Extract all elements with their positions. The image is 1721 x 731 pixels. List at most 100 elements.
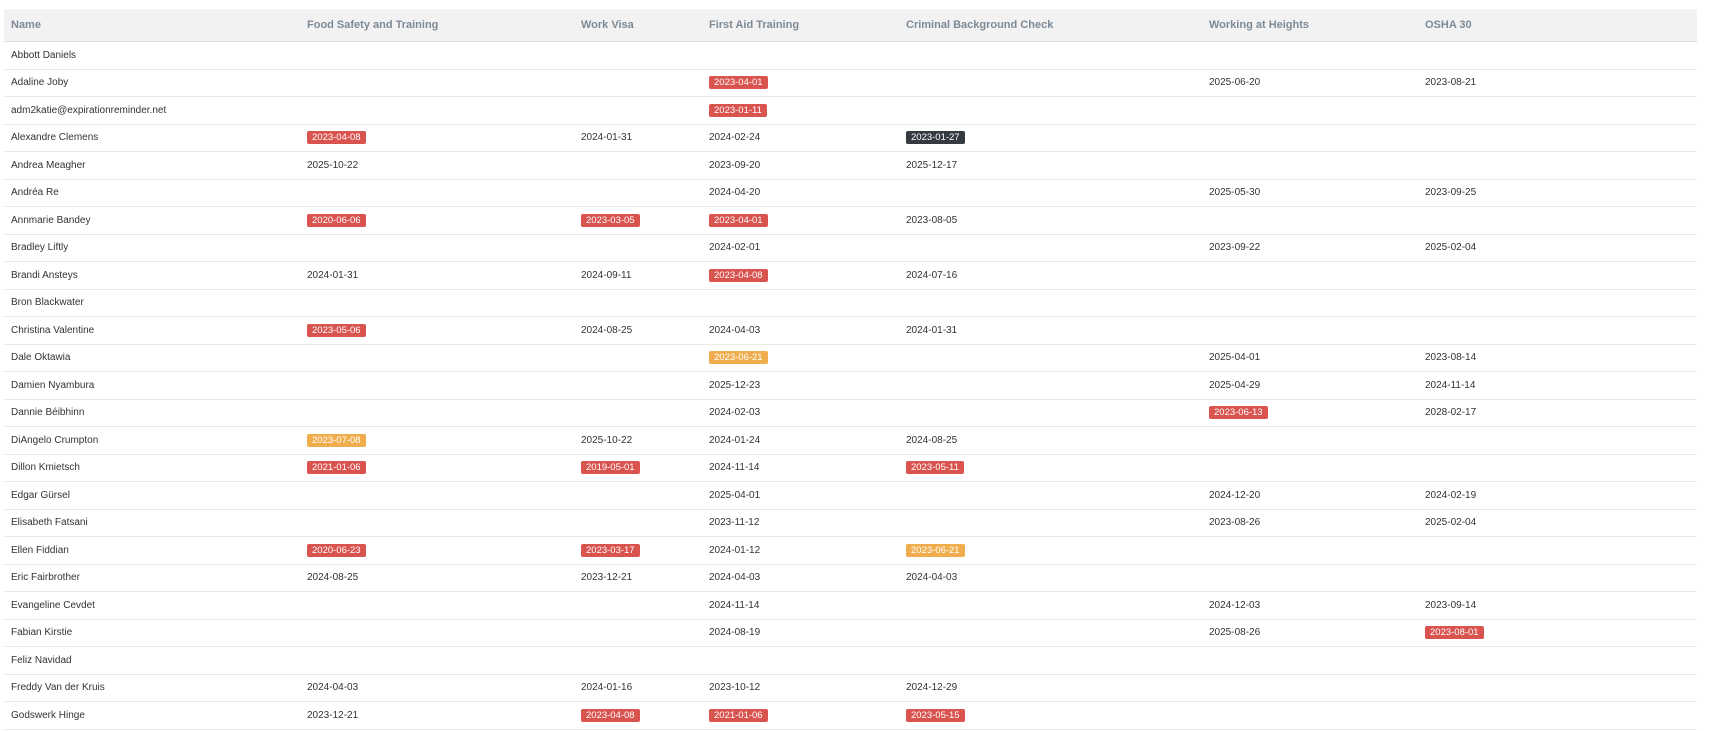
credential-cell xyxy=(574,96,702,125)
employee-name[interactable]: Annmarie Bandey xyxy=(4,206,300,235)
employee-name[interactable]: Evangeline Cevdet xyxy=(4,591,300,620)
employee-name[interactable]: Bron Blackwater xyxy=(4,289,300,317)
column-header-first-aid[interactable]: First Aid Training xyxy=(702,9,899,42)
column-header-food-safety[interactable]: Food Safety and Training xyxy=(300,9,574,42)
table-row[interactable]: Dillon Kmietsch 2021-01-06 2019-05-01 2024-… xyxy=(4,454,1697,482)
employee-name[interactable]: Christina Valentine xyxy=(4,316,300,345)
credential-cell: 2023-11-12 xyxy=(702,509,899,537)
credential-cell xyxy=(1418,41,1697,70)
table-row[interactable]: Andréa Re 2024-04-20 2025-05-30 2023-09-25 xyxy=(4,179,1697,207)
column-header-osha-30[interactable]: OSHA 30 xyxy=(1418,9,1697,42)
expiry-date: 2025-04-01 xyxy=(1209,352,1261,364)
employee-name[interactable]: Edgar Gürsel xyxy=(4,481,300,510)
column-header-work-visa[interactable]: Work Visa xyxy=(574,9,702,42)
table-row[interactable]: Christina Valentine 2023-05-06 2024-08-25 2… xyxy=(4,316,1697,345)
employee-name[interactable]: Dillon Kmietsch xyxy=(4,454,300,482)
expiry-date: 2024-12-20 xyxy=(1209,489,1261,501)
credential-cell xyxy=(899,179,1202,207)
table-row[interactable]: Dannie Béibhinn 2024-02-03 2023-06-13 2028-… xyxy=(4,399,1697,427)
expiry-date: 2024-01-24 xyxy=(709,434,761,446)
credential-cell xyxy=(300,179,574,207)
employee-name[interactable]: Fabian Kirstie xyxy=(4,619,300,647)
expiry-date: 2024-04-03 xyxy=(709,324,761,336)
employee-name[interactable]: Andrea Meagher xyxy=(4,151,300,180)
credential-cell: 2023-04-08 xyxy=(300,124,574,152)
employee-name[interactable]: Damien Nyambura xyxy=(4,371,300,400)
table-row[interactable]: adm2katie@expirationreminder.net 2023-01-… xyxy=(4,96,1697,125)
employee-name[interactable]: Elisabeth Fatsani xyxy=(4,509,300,537)
credential-cell xyxy=(1418,454,1697,482)
expiry-date: 2025-04-01 xyxy=(709,489,761,501)
credentials-table-container: Name Food Safety and Training Work Visa … xyxy=(4,9,1697,730)
employee-name[interactable]: Alexandre Clemens xyxy=(4,124,300,152)
credential-cell xyxy=(1418,289,1697,317)
expiry-date: 2024-02-24 xyxy=(709,132,761,144)
credential-cell xyxy=(1418,674,1697,702)
table-row[interactable]: Andrea Meagher 2025-10-22 2023-09-20 2025-1… xyxy=(4,151,1697,180)
employee-name[interactable]: adm2katie@expirationreminder.net xyxy=(4,96,300,125)
credential-cell: 2024-02-01 xyxy=(702,234,899,262)
expiry-date: 2025-04-29 xyxy=(1209,379,1261,391)
table-row[interactable]: Abbott Daniels xyxy=(4,41,1697,70)
credential-cell xyxy=(1418,96,1697,125)
credential-cell: 2024-02-19 xyxy=(1418,481,1697,510)
expiry-badge-expired: 2023-06-13 xyxy=(1209,406,1268,420)
table-row[interactable]: Alexandre Clemens 2023-04-08 2024-01-31 202… xyxy=(4,124,1697,152)
column-header-name[interactable]: Name xyxy=(4,9,300,42)
employee-name[interactable]: Brandi Ansteys xyxy=(4,261,300,290)
credential-cell xyxy=(899,289,1202,317)
credential-cell xyxy=(574,41,702,70)
table-header: Name Food Safety and Training Work Visa … xyxy=(4,9,1697,42)
table-row[interactable]: Adaline Joby 2023-04-01 2025-06-20 2023-08-… xyxy=(4,69,1697,97)
credential-cell: 2023-04-01 xyxy=(702,206,899,235)
employee-name[interactable]: Godswerk Hinge xyxy=(4,701,300,730)
expiry-date: 2024-04-20 xyxy=(709,187,761,199)
employee-name[interactable]: Andréa Re xyxy=(4,179,300,207)
table-row[interactable]: Bradley Liftly 2024-02-01 2023-09-22 2025-0… xyxy=(4,234,1697,262)
employee-name[interactable]: Freddy Van der Kruis xyxy=(4,674,300,702)
employee-name[interactable]: DiAngelo Crumpton xyxy=(4,426,300,455)
credential-cell: 2024-01-12 xyxy=(702,536,899,565)
table-row[interactable]: Brandi Ansteys 2024-01-31 2024-09-11 2023-0… xyxy=(4,261,1697,290)
table-row[interactable]: Evangeline Cevdet 2024-11-14 2024-12-03 202… xyxy=(4,591,1697,620)
expiry-date: 2023-08-14 xyxy=(1425,352,1477,364)
credential-cell: 2023-06-13 xyxy=(1202,399,1418,427)
credential-cell: 2024-01-16 xyxy=(574,674,702,702)
expiry-date: 2023-12-21 xyxy=(581,572,633,584)
credential-cell: 2025-04-29 xyxy=(1202,371,1418,400)
table-row[interactable]: Godswerk Hinge 2023-12-21 2023-04-08 2021-0… xyxy=(4,701,1697,730)
expiry-badge-expired: 2023-03-17 xyxy=(581,543,640,557)
expiry-date: 2023-08-21 xyxy=(1425,77,1477,89)
table-row[interactable]: Fabian Kirstie 2024-08-19 2025-08-26 2023-0… xyxy=(4,619,1697,647)
table-row[interactable]: Dale Oktawia 2023-06-21 2025-04-01 2023-08-… xyxy=(4,344,1697,372)
employee-name[interactable]: Adaline Joby xyxy=(4,69,300,97)
employee-name[interactable]: Eric Fairbrother xyxy=(4,564,300,592)
employee-name[interactable]: Ellen Fiddian xyxy=(4,536,300,565)
table-row[interactable]: Edgar Gürsel 2025-04-01 2024-12-20 2024-02-… xyxy=(4,481,1697,510)
credential-cell xyxy=(899,619,1202,647)
table-row[interactable]: Ellen Fiddian 2020-06-23 2023-03-17 2024-01… xyxy=(4,536,1697,565)
credential-cell: 2025-02-04 xyxy=(1418,234,1697,262)
credential-cell xyxy=(1418,261,1697,290)
employee-name[interactable]: Bradley Liftly xyxy=(4,234,300,262)
table-row[interactable]: Feliz Navidad xyxy=(4,646,1697,675)
credential-cell: 2025-10-22 xyxy=(574,426,702,455)
employee-name[interactable]: Abbott Daniels xyxy=(4,41,300,70)
employee-name[interactable]: Dannie Béibhinn xyxy=(4,399,300,427)
column-header-working-at-heights[interactable]: Working at Heights xyxy=(1202,9,1418,42)
table-row[interactable]: Annmarie Bandey 2020-06-06 2023-03-05 2023-… xyxy=(4,206,1697,235)
table-row[interactable]: Damien Nyambura 2025-12-23 2025-04-29 2024-… xyxy=(4,371,1697,400)
credential-cell xyxy=(899,646,1202,675)
table-row[interactable]: Elisabeth Fatsani 2023-11-12 2023-08-26 202… xyxy=(4,509,1697,537)
table-row[interactable]: Eric Fairbrother 2024-08-25 2023-12-21 2024… xyxy=(4,564,1697,592)
employee-name[interactable]: Feliz Navidad xyxy=(4,646,300,675)
credential-cell xyxy=(1418,701,1697,730)
table-row[interactable]: Bron Blackwater xyxy=(4,289,1697,317)
column-header-background-check[interactable]: Criminal Background Check xyxy=(899,9,1202,42)
credentials-table: Name Food Safety and Training Work Visa … xyxy=(4,9,1697,730)
employee-name[interactable]: Dale Oktawia xyxy=(4,344,300,372)
table-row[interactable]: Freddy Van der Kruis 2024-04-03 2024-01-16… xyxy=(4,674,1697,702)
credential-cell: 2025-05-30 xyxy=(1202,179,1418,207)
credential-cell: 2024-11-14 xyxy=(702,454,899,482)
table-row[interactable]: DiAngelo Crumpton 2023-07-08 2025-10-22 202… xyxy=(4,426,1697,455)
